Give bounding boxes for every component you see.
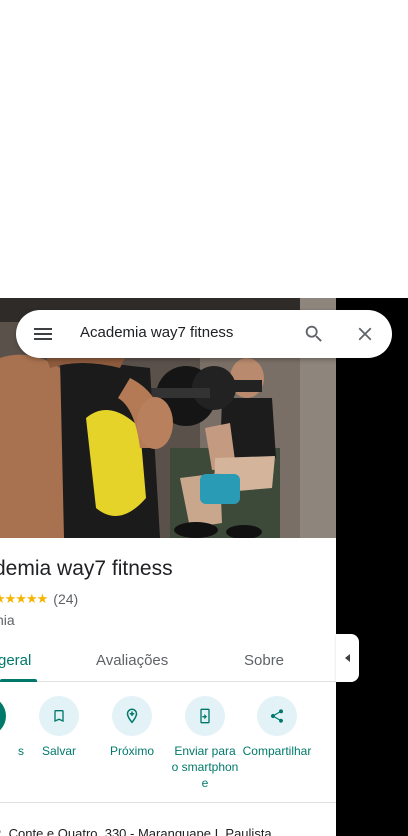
send-to-phone-button[interactable]: Enviar para o smartphone: [167, 696, 243, 791]
place-panel: demia way7 fitness ★★★★★ (24) nia geral …: [0, 298, 336, 836]
blank-area: [0, 0, 408, 298]
place-title: demia way7 fitness: [0, 557, 173, 580]
map-area[interactable]: [336, 298, 408, 836]
place-address[interactable]: R. Conte e Quatro, 330 - Maranguape I, P…: [0, 826, 272, 836]
place-category[interactable]: nia: [0, 612, 15, 628]
bookmark-icon: [39, 696, 79, 736]
share-icon: [257, 696, 297, 736]
tab-about[interactable]: Sobre: [244, 652, 284, 669]
share-button[interactable]: Compartilhar: [239, 696, 315, 759]
rating-stars: ★★★★★: [0, 591, 48, 606]
search-bar[interactable]: Academia way7 fitness: [16, 310, 392, 358]
search-icon[interactable]: [303, 323, 325, 345]
save-button[interactable]: Salvar: [21, 696, 97, 759]
nearby-button[interactable]: Próximo: [94, 696, 170, 759]
active-tab-indicator: [0, 679, 37, 682]
nearby-label: Próximo: [109, 744, 154, 758]
chevron-left-icon: [344, 654, 350, 662]
send-to-phone-icon: [185, 696, 225, 736]
save-label: Salvar: [41, 744, 76, 758]
route-icon: [0, 696, 6, 736]
review-count[interactable]: (24): [53, 591, 78, 607]
tab-bar: geral Avaliações Sobre: [0, 642, 336, 682]
tab-overview[interactable]: geral: [0, 652, 31, 669]
close-icon[interactable]: [354, 323, 376, 345]
menu-icon[interactable]: [33, 324, 53, 344]
search-input[interactable]: Academia way7 fitness: [80, 324, 233, 341]
tab-reviews[interactable]: Avaliações: [96, 652, 168, 669]
share-label: Compartilhar: [242, 744, 312, 758]
section-divider: [0, 802, 336, 803]
action-row: s Salvar Próximo Enviar para o smartphon…: [0, 696, 336, 800]
collapse-panel-button[interactable]: [336, 634, 359, 682]
rating-row[interactable]: ★★★★★ (24): [0, 591, 78, 607]
nearby-icon: [112, 696, 152, 736]
send-to-phone-label: Enviar para o smartphone: [171, 744, 239, 790]
